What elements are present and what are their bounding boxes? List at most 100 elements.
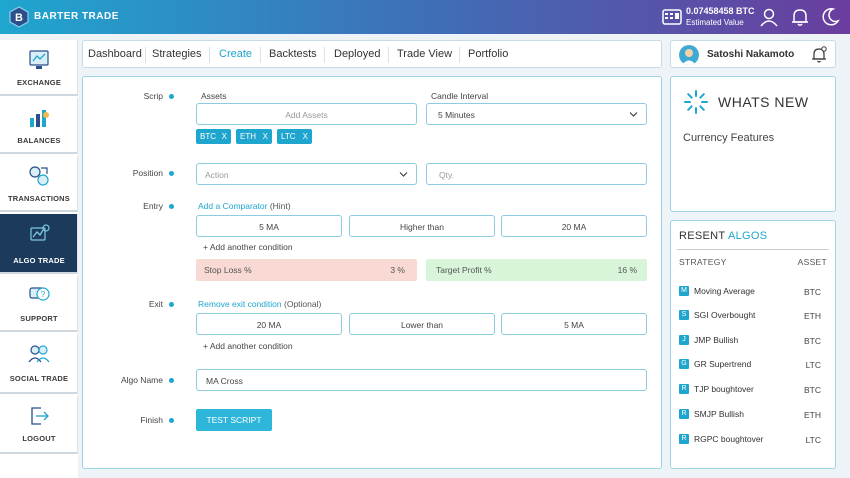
- candle-interval-select[interactable]: 5 Minutes: [426, 103, 647, 125]
- chip-remove-icon[interactable]: X: [222, 132, 227, 141]
- tab-create[interactable]: Create: [219, 48, 252, 60]
- action-select[interactable]: Action: [196, 163, 417, 185]
- avatar[interactable]: [679, 45, 699, 65]
- list-item[interactable]: M Moving Average BTC: [671, 283, 835, 303]
- assets-input[interactable]: Add Assets: [196, 103, 417, 125]
- tab-backtests[interactable]: Backtests: [269, 48, 317, 60]
- list-item[interactable]: S SGI Overbought ETH: [671, 307, 835, 327]
- dark-mode-moon-icon[interactable]: [820, 7, 840, 27]
- asset-chip-btc: BTC X: [196, 129, 231, 144]
- exit-operand-right[interactable]: 5 MA: [501, 313, 647, 335]
- list-item[interactable]: R RGPC boughtover LTC: [671, 431, 835, 451]
- chip-label: BTC: [200, 132, 216, 141]
- notification-bell-icon[interactable]: [809, 45, 829, 65]
- list-item[interactable]: J JMP Bullish BTC: [671, 332, 835, 352]
- quantity-placeholder: Qty.: [439, 170, 454, 180]
- whats-new-panel: WHATS NEW Currency Features: [670, 76, 836, 212]
- candle-interval-label: Candle Interval: [431, 91, 489, 101]
- whats-new-title: WHATS NEW: [718, 94, 809, 110]
- step-dot: [169, 418, 174, 423]
- target-profit-field[interactable]: Target Profit % 16 %: [426, 259, 647, 281]
- list-item[interactable]: R SMJP Bullish ETH: [671, 406, 835, 426]
- wallet-icon[interactable]: [662, 8, 682, 26]
- strategy-name: GR Supertrend: [694, 359, 752, 369]
- step-dot: [169, 171, 174, 176]
- user-card: Satoshi Nakamoto: [670, 40, 836, 68]
- stop-loss-field[interactable]: Stop Loss % 3 %: [196, 259, 417, 281]
- chip-remove-icon[interactable]: X: [303, 132, 308, 141]
- sidebar-item-logout[interactable]: LOGOUT: [0, 396, 78, 454]
- entry-operand-right[interactable]: 20 MA: [501, 215, 647, 237]
- exit-comparator[interactable]: Lower than: [349, 313, 495, 335]
- strategy-asset: ETH: [804, 311, 821, 321]
- sidebar-item-algo-trade[interactable]: ALGO TRADE: [0, 214, 78, 274]
- sidebar-item-label: BALANCES: [17, 136, 61, 145]
- finish-label: Finish: [140, 415, 163, 425]
- sidebar-item-label: SOCIAL TRADE: [9, 374, 69, 383]
- strategy-name: TJP boughtover: [694, 384, 754, 394]
- tab-deployed[interactable]: Deployed: [334, 48, 380, 60]
- strategy-column-header: STRATEGY: [679, 257, 727, 267]
- sidebar-item-social-trade[interactable]: SOCIAL TRADE: [0, 334, 78, 394]
- tab-dashboard[interactable]: Dashboard: [88, 48, 142, 60]
- algo-name-value: MA Cross: [206, 376, 243, 386]
- exit-label: Exit: [148, 299, 163, 309]
- chip-remove-icon[interactable]: X: [263, 132, 268, 141]
- condition-value: 5 MA: [564, 320, 584, 330]
- list-item[interactable]: R TJP boughtover BTC: [671, 381, 835, 401]
- tab-divider: [209, 47, 210, 63]
- strategy-asset: BTC: [804, 385, 821, 395]
- sidebar-item-label: ALGO TRADE: [13, 256, 65, 265]
- sidebar-item-transactions[interactable]: TRANSACTIONS: [0, 156, 78, 212]
- sidebar: EXCHANGE BALANCES TRANSACTIONS ALGO TRAD…: [0, 40, 78, 478]
- transactions-icon: [29, 166, 49, 186]
- tab-portfolio[interactable]: Portfolio: [468, 48, 508, 60]
- sidebar-item-balances[interactable]: BALANCES: [0, 98, 78, 154]
- add-comparator-link[interactable]: Add a Comparator (Hint): [198, 201, 291, 211]
- btc-balance: 0.07458458 BTC: [686, 6, 755, 16]
- strategy-name: RGPC boughtover: [694, 434, 764, 444]
- tab-strategies[interactable]: Strategies: [152, 48, 202, 60]
- svg-text:B: B: [15, 12, 23, 24]
- hint-text: (Hint): [269, 201, 291, 211]
- entry-label: Entry: [143, 201, 163, 211]
- bell-icon[interactable]: [790, 7, 810, 27]
- algo-name-input[interactable]: MA Cross: [196, 369, 647, 391]
- entry-comparator[interactable]: Higher than: [349, 215, 495, 237]
- tab-divider: [459, 47, 460, 63]
- remove-exit-text[interactable]: Remove exit condition: [198, 299, 282, 309]
- user-icon[interactable]: [759, 7, 779, 27]
- add-comparator-text[interactable]: Add a Comparator: [198, 201, 267, 211]
- strategy-asset: BTC: [804, 287, 821, 297]
- sidebar-item-exchange[interactable]: EXCHANGE: [0, 40, 78, 96]
- sidebar-item-label: LOGOUT: [22, 434, 56, 443]
- strategy-name: SMJP Bullish: [694, 409, 744, 419]
- support-icon: ?: [29, 287, 50, 301]
- tab-trade-view[interactable]: Trade View: [397, 48, 452, 60]
- logout-icon: [31, 407, 49, 425]
- exit-operand-left[interactable]: 20 MA: [196, 313, 342, 335]
- step-dot: [169, 94, 174, 99]
- sidebar-item-support[interactable]: ? SUPPORT: [0, 276, 78, 332]
- test-script-button[interactable]: TEST SCRIPT: [196, 409, 272, 431]
- step-dot: [169, 302, 174, 307]
- condition-value: 20 MA: [256, 320, 282, 330]
- add-exit-condition-link[interactable]: + Add another condition: [203, 341, 293, 351]
- optional-text: (Optional): [284, 299, 322, 309]
- entry-operand-left[interactable]: 5 MA: [196, 215, 342, 237]
- chip-label: ETH: [240, 132, 256, 141]
- add-entry-condition-link[interactable]: + Add another condition: [203, 242, 293, 252]
- quantity-input[interactable]: Qty.: [426, 163, 647, 185]
- strategy-asset: ETH: [804, 410, 821, 420]
- strategy-badge: R: [679, 434, 689, 444]
- divider: [677, 249, 829, 250]
- brand-logo-icon[interactable]: B: [8, 6, 30, 28]
- whats-new-subtitle[interactable]: Currency Features: [683, 132, 774, 144]
- tab-divider: [388, 47, 389, 63]
- stop-loss-label: Stop Loss %: [204, 265, 252, 275]
- list-item[interactable]: G GR Supertrend LTC: [671, 356, 835, 376]
- avatar-face-icon: [679, 45, 699, 65]
- condition-value: Lower than: [400, 320, 444, 330]
- assets-label: Assets: [201, 91, 227, 101]
- remove-exit-link[interactable]: Remove exit condition (Optional): [198, 299, 321, 309]
